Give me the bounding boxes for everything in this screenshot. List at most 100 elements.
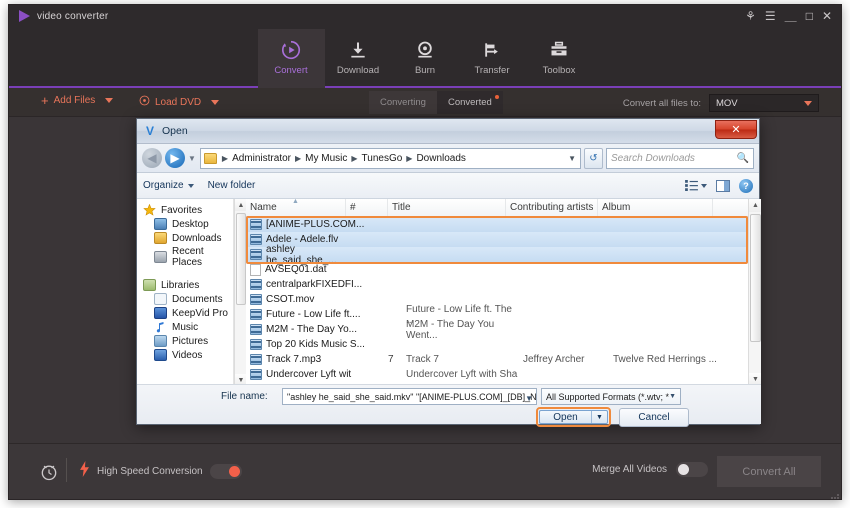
history-dropdown-icon[interactable]: ▼ bbox=[188, 154, 196, 163]
video-file-icon bbox=[250, 249, 262, 260]
tab-converted[interactable]: Converted bbox=[436, 91, 503, 114]
recent-places-icon bbox=[154, 251, 167, 263]
chevron-down-icon[interactable] bbox=[105, 98, 114, 103]
table-row[interactable]: Track 7.mp3 7 Track 7 Jeffrey Archer Twe… bbox=[246, 352, 748, 367]
nav-item-burn[interactable]: Burn bbox=[392, 29, 459, 88]
chevron-down-icon[interactable]: ▼ bbox=[525, 394, 533, 403]
column-header-title[interactable]: Title bbox=[388, 199, 506, 217]
table-row[interactable]: M2M - The Day Yo... M2M - The Day You We… bbox=[246, 319, 748, 341]
sidebar-item-keepvid-pro[interactable]: KeepVid Pro bbox=[143, 307, 233, 319]
file-number-cell: 7 bbox=[388, 354, 394, 365]
resize-grip-icon[interactable] bbox=[830, 487, 840, 499]
cancel-button[interactable]: Cancel bbox=[619, 408, 689, 427]
sidebar-item-music[interactable]: Music bbox=[143, 321, 233, 333]
file-name-input[interactable]: "ashley he_said_she_said.mkv" "[ANIME-PL… bbox=[282, 388, 537, 405]
organize-button[interactable]: Organize bbox=[143, 180, 194, 191]
sidebar-item-desktop[interactable]: Desktop bbox=[143, 218, 233, 230]
nav-item-toolbox[interactable]: Toolbox bbox=[526, 29, 593, 88]
open-dropdown-icon[interactable]: ▼ bbox=[591, 411, 607, 423]
breadcrumb-item-0[interactable]: Administrator bbox=[230, 153, 293, 164]
scrollbar-thumb[interactable] bbox=[750, 214, 761, 342]
close-icon[interactable]: ✕ bbox=[822, 9, 832, 23]
table-row[interactable]: Top 20 Kids Music S... bbox=[246, 337, 748, 352]
dialog-command-bar: Organize New folder ? bbox=[137, 173, 759, 199]
load-dvd-button[interactable]: Load DVD bbox=[139, 95, 220, 109]
minimize-icon[interactable]: ＿ bbox=[785, 9, 797, 23]
sidebar-item-documents[interactable]: Documents bbox=[143, 293, 233, 305]
dialog-close-button[interactable]: ✕ bbox=[715, 120, 757, 139]
breadcrumb-item-1[interactable]: My Music bbox=[303, 153, 349, 164]
open-button[interactable]: Open ▼ bbox=[539, 410, 608, 424]
dialog-titlebar: V Open ✕ bbox=[137, 119, 759, 144]
preview-pane-button[interactable] bbox=[716, 179, 730, 192]
tab-converting[interactable]: Converting bbox=[369, 91, 437, 114]
forward-button[interactable]: ▶ bbox=[165, 148, 185, 168]
breadcrumb-item-3[interactable]: Downloads bbox=[414, 153, 467, 164]
table-row[interactable]: [ANIME-PLUS.COM... bbox=[246, 217, 748, 232]
account-icon[interactable]: ⚘ bbox=[745, 9, 756, 23]
column-header-name[interactable]: Name ▲ bbox=[246, 199, 346, 217]
file-name-field-label: File name: bbox=[221, 391, 268, 402]
pictures-icon bbox=[154, 335, 167, 347]
sidebar-item-favorites[interactable]: Favorites bbox=[143, 203, 233, 216]
file-name-cell: Track 7.mp3 bbox=[246, 354, 366, 365]
module-nav-bar: Convert Download Burn Transfer Toolbox bbox=[9, 29, 841, 88]
back-button[interactable]: ◀ bbox=[142, 148, 162, 168]
nav-item-transfer[interactable]: Transfer bbox=[459, 29, 526, 88]
add-files-button[interactable]: + Add Files bbox=[41, 94, 114, 107]
help-icon[interactable]: ? bbox=[739, 178, 753, 193]
search-input[interactable]: Search Downloads 🔍 bbox=[606, 147, 754, 169]
dialog-body: Favorites Desktop Downloads Recent Place… bbox=[137, 199, 761, 386]
chevron-down-icon bbox=[187, 183, 194, 188]
output-format-select[interactable]: MOV bbox=[709, 94, 819, 112]
nav-item-transfer-label: Transfer bbox=[474, 65, 510, 76]
convert-all-button[interactable]: Convert All bbox=[717, 456, 821, 487]
new-folder-button[interactable]: New folder bbox=[208, 180, 256, 191]
scrollbar-thumb[interactable] bbox=[236, 213, 246, 305]
column-header-album[interactable]: Album bbox=[598, 199, 713, 217]
table-row[interactable]: centralparkFIXEDFI... bbox=[246, 277, 748, 292]
merge-all-videos-toggle[interactable] bbox=[676, 462, 708, 477]
video-file-icon bbox=[250, 279, 262, 290]
documents-icon bbox=[154, 293, 167, 305]
breadcrumb-item-2[interactable]: TunesGo bbox=[360, 153, 405, 164]
table-row[interactable]: Undercover Lyft wit Undercover Lyft with… bbox=[246, 367, 748, 382]
nav-item-download[interactable]: Download bbox=[325, 29, 392, 88]
sidebar-item-pictures-label: Pictures bbox=[172, 335, 209, 347]
output-format-value: MOV bbox=[716, 97, 738, 109]
nav-item-burn-label: Burn bbox=[414, 65, 436, 76]
nav-item-convert[interactable]: Convert bbox=[257, 29, 325, 88]
table-row[interactable]: ashley he_said_she_... bbox=[246, 244, 748, 266]
file-name-cell: CSOT.mov bbox=[246, 294, 366, 305]
file-title-cell: Undercover Lyft with Sha bbox=[406, 369, 518, 380]
column-header-contributing-artists[interactable]: Contributing artists bbox=[506, 199, 598, 217]
refresh-button[interactable]: ↺ bbox=[584, 147, 603, 169]
disc-icon bbox=[139, 95, 150, 109]
sidebar-item-libraries[interactable]: Libraries bbox=[143, 279, 233, 291]
column-header-extra[interactable] bbox=[713, 199, 753, 217]
file-list-scrollbar[interactable]: ▲ ▼ bbox=[748, 199, 761, 386]
app-brand-label: video converter bbox=[37, 10, 109, 22]
sidebar-item-videos[interactable]: Videos bbox=[143, 349, 233, 361]
table-row[interactable]: AVSEQ01.dat bbox=[246, 262, 748, 277]
maximize-icon[interactable]: □ bbox=[806, 9, 813, 23]
column-header-number[interactable]: # bbox=[346, 199, 388, 217]
menu-icon[interactable]: ☰ bbox=[765, 9, 776, 23]
file-rows: [ANIME-PLUS.COM... Adele - Adele.flv ash… bbox=[246, 217, 748, 386]
sidebar-scrollbar[interactable]: ▲ ▼ bbox=[234, 199, 247, 386]
dialog-title: Open bbox=[162, 125, 188, 137]
breadcrumb[interactable]: ▶ Administrator ▶ My Music ▶ TunesGo ▶ D… bbox=[199, 147, 581, 169]
video-file-icon bbox=[250, 354, 262, 365]
scroll-up-icon[interactable]: ▲ bbox=[749, 199, 761, 212]
sidebar-item-pictures[interactable]: Pictures bbox=[143, 335, 233, 347]
change-view-button[interactable] bbox=[685, 180, 707, 191]
chevron-down-icon[interactable] bbox=[211, 99, 220, 105]
sort-ascending-icon: ▲ bbox=[292, 199, 299, 205]
file-type-filter-select[interactable]: All Supported Formats (*.wtv; * ▼ bbox=[541, 388, 681, 405]
chevron-down-icon[interactable]: ▼ bbox=[568, 154, 576, 163]
high-speed-conversion-toggle[interactable] bbox=[209, 464, 242, 479]
sidebar-item-recent-places[interactable]: Recent Places bbox=[143, 246, 233, 268]
breadcrumb-separator: ▶ bbox=[294, 153, 302, 163]
sidebar-item-downloads[interactable]: Downloads bbox=[143, 232, 233, 244]
clock-icon[interactable] bbox=[39, 462, 59, 487]
